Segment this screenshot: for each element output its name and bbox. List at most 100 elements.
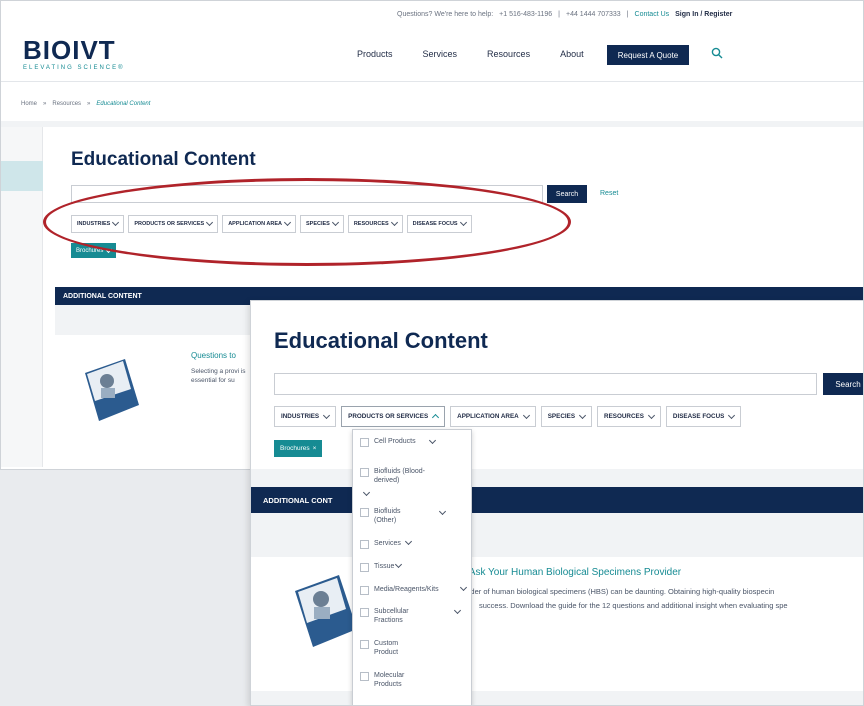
chevron-down-icon	[578, 411, 587, 419]
search-icon[interactable]	[711, 47, 723, 59]
dropdown-option-custom-product[interactable]: Custom Product	[360, 640, 414, 657]
dropdown-option-cell-products[interactable]: Cell Products	[360, 438, 418, 447]
filter-species[interactable]: SPECIES	[540, 406, 593, 427]
brochure-thumbnail[interactable]	[77, 355, 147, 425]
sidebar-highlight[interactable]	[1, 161, 43, 191]
page-title: Educational Content	[274, 328, 488, 353]
logo-wordmark: BIOIVT	[23, 35, 116, 65]
checkbox[interactable]	[360, 540, 369, 549]
dropdown-option-tissue[interactable]: Tissue	[360, 563, 394, 572]
active-filter-tag[interactable]: Brochures ×	[274, 440, 323, 457]
nav-services[interactable]: Services	[423, 49, 458, 59]
filter-label: PRODUCTS OR SERVICES	[348, 413, 429, 420]
chevron-down-icon[interactable]	[394, 560, 403, 569]
contact-us-link[interactable]: Contact Us	[635, 11, 670, 18]
card-title[interactable]: Questions to	[191, 351, 236, 360]
chevron-up-icon	[432, 413, 440, 422]
chevron-down-icon	[647, 411, 655, 419]
search-button[interactable]: Search	[823, 373, 863, 395]
section-band	[251, 469, 863, 487]
sign-in-link[interactable]: Sign In / Register	[675, 11, 732, 18]
filter-resources[interactable]: RESOURCES	[597, 406, 661, 427]
breadcrumb-resources[interactable]: Resources	[52, 101, 81, 107]
header-divider	[1, 81, 863, 82]
nav-about[interactable]: About	[560, 49, 584, 59]
section-band	[1, 121, 863, 127]
sidebar	[1, 127, 43, 467]
nav-products[interactable]: Products	[357, 49, 393, 59]
chevron-down-icon[interactable]	[453, 606, 462, 615]
search-input[interactable]	[274, 373, 817, 395]
nav-resources[interactable]: Resources	[487, 49, 530, 59]
checkbox[interactable]	[360, 608, 369, 617]
filter-application-area[interactable]: APPLICATION AREA	[450, 406, 536, 427]
option-label: Subcellular Fractions	[374, 608, 409, 624]
filter-disease-focus[interactable]: DISEASE FOCUS	[665, 406, 742, 427]
option-label: Services	[374, 540, 401, 547]
separator: |	[558, 11, 560, 18]
option-label: Media/Reagents/Kits	[374, 586, 439, 593]
reset-link[interactable]: Reset	[600, 190, 618, 197]
filter-label: INDUSTRIES	[281, 413, 320, 420]
checkbox[interactable]	[360, 672, 369, 681]
chevron-down-icon[interactable]	[438, 507, 447, 516]
request-quote-button[interactable]: Request A Quote	[607, 45, 689, 65]
products-services-dropdown: Cell Products Biofluids (Blood-derived) …	[352, 429, 472, 705]
option-label: Cell Products	[374, 438, 416, 445]
dropdown-option-biofluids-blood[interactable]: Biofluids (Blood-derived)	[360, 468, 436, 485]
option-label: Molecular Products	[374, 672, 405, 688]
option-label: Biofluids (Other)	[374, 508, 401, 524]
dropdown-option-molecular-products[interactable]: Molecular Products	[360, 672, 418, 689]
checkbox[interactable]	[360, 468, 369, 477]
brochure-thumbnail[interactable]	[289, 569, 361, 651]
main-nav: Products Services Resources About	[357, 49, 584, 59]
chevron-down-icon	[323, 411, 331, 419]
checkbox[interactable]	[360, 438, 369, 447]
chevron-down-icon[interactable]	[428, 436, 437, 445]
checkbox[interactable]	[360, 563, 369, 572]
annotation-ellipse	[43, 178, 571, 266]
utility-bar: Questions? We're here to help: +1 516-48…	[1, 1, 863, 29]
breadcrumb-separator: »	[87, 101, 91, 107]
filter-label: DISEASE FOCUS	[672, 413, 725, 420]
checkbox[interactable]	[360, 640, 369, 649]
breadcrumb: Home » Resources » Educational Content	[21, 101, 150, 107]
filter-label: RESOURCES	[604, 413, 644, 420]
additional-content-header: ADDITIONAL CONT	[251, 487, 863, 513]
option-label: Biofluids (Blood-derived)	[374, 468, 425, 484]
dropdown-option-biofluids-other[interactable]: Biofluids (Other)	[360, 508, 414, 525]
phone-us[interactable]: +1 516-483-1196	[499, 11, 552, 18]
separator: |	[626, 11, 629, 18]
checkbox[interactable]	[360, 586, 369, 595]
chevron-down-icon[interactable]	[459, 583, 468, 592]
phone-uk[interactable]: +44 1444 707333	[566, 11, 621, 18]
breadcrumb-home[interactable]: Home	[21, 101, 37, 107]
help-text: Questions? We're here to help:	[397, 11, 494, 18]
bioivt-logo[interactable]: BIOIVT ELEVATING SCIENCE®	[23, 37, 125, 71]
card-excerpt-line-1: vider of human biological specimens (HBS…	[465, 587, 775, 596]
filter-label: APPLICATION AREA	[457, 413, 519, 420]
close-icon[interactable]: ×	[313, 445, 317, 452]
filter-industries[interactable]: INDUSTRIES	[274, 406, 337, 427]
card-excerpt-line-2: success. Download the guide for the 12 q…	[479, 601, 788, 610]
foreground-screenshot: Educational Content Search INDUSTRIES PR…	[250, 300, 864, 706]
breadcrumb-current: Educational Content	[96, 101, 151, 107]
dropdown-option-media-reagents-kits[interactable]: Media/Reagents/Kits	[360, 586, 439, 595]
chevron-down-icon[interactable]	[404, 537, 413, 546]
chevron-down-icon[interactable]	[362, 488, 371, 497]
content-band	[251, 691, 863, 705]
page-title: Educational Content	[71, 149, 256, 170]
dropdown-option-services[interactable]: Services	[360, 540, 401, 549]
chevron-down-icon	[728, 411, 736, 419]
search-button[interactable]: Search	[547, 185, 587, 203]
filter-products-or-services[interactable]: PRODUCTS OR SERVICES	[341, 406, 446, 427]
breadcrumb-separator: »	[43, 101, 47, 107]
filter-label: SPECIES	[547, 413, 576, 420]
option-label: Custom Product	[374, 640, 399, 656]
filter-bar: INDUSTRIES PRODUCTS OR SERVICES APPLICAT…	[274, 406, 742, 427]
dropdown-option-subcellular-fractions[interactable]: Subcellular Fractions	[360, 608, 424, 625]
tag-label: Brochures	[280, 445, 310, 452]
card-title[interactable]: o Ask Your Human Biological Specimens Pr…	[461, 567, 681, 578]
checkbox[interactable]	[360, 508, 369, 517]
logo-tagline: ELEVATING SCIENCE®	[23, 65, 125, 71]
